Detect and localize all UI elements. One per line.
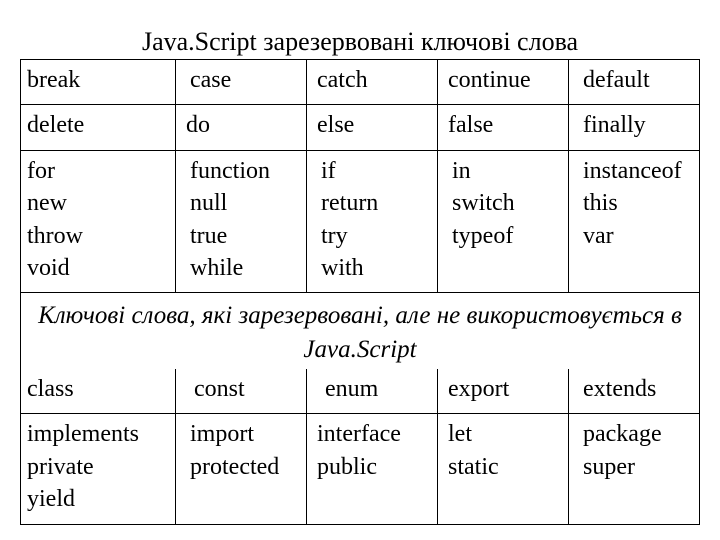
table-cell: case bbox=[176, 60, 307, 105]
section2-title: Ключові слова, які зарезервовані, але не… bbox=[21, 293, 700, 369]
table-cell: packagesuper bbox=[569, 414, 700, 524]
table-cell: export bbox=[438, 369, 569, 414]
table-cell: letstatic bbox=[438, 414, 569, 524]
keywords-table: Java.Script зарезервовані ключові слова … bbox=[20, 20, 700, 525]
table-cell: finally bbox=[569, 105, 700, 150]
table-cell: break bbox=[21, 60, 176, 105]
table-cell: instanceofthisvar bbox=[569, 150, 700, 293]
table-cell: interfacepublic bbox=[307, 414, 438, 524]
table-cell: inswitchtypeof bbox=[438, 150, 569, 293]
table-cell: false bbox=[438, 105, 569, 150]
table-cell: else bbox=[307, 105, 438, 150]
table-cell: continue bbox=[438, 60, 569, 105]
table-cell: enum bbox=[307, 369, 438, 414]
table-cell: fornewthrowvoid bbox=[21, 150, 176, 293]
table-cell: functionnulltruewhile bbox=[176, 150, 307, 293]
table-cell: delete bbox=[21, 105, 176, 150]
table-cell: catch bbox=[307, 60, 438, 105]
table-cell: const bbox=[176, 369, 307, 414]
table-cell: do bbox=[176, 105, 307, 150]
section1-title: Java.Script зарезервовані ключові слова bbox=[21, 20, 700, 60]
table-cell: implementsprivateyield bbox=[21, 414, 176, 524]
table-cell: importprotected bbox=[176, 414, 307, 524]
table-cell: extends bbox=[569, 369, 700, 414]
table-cell: default bbox=[569, 60, 700, 105]
table-cell: ifreturntrywith bbox=[307, 150, 438, 293]
table-cell: class bbox=[21, 369, 176, 414]
